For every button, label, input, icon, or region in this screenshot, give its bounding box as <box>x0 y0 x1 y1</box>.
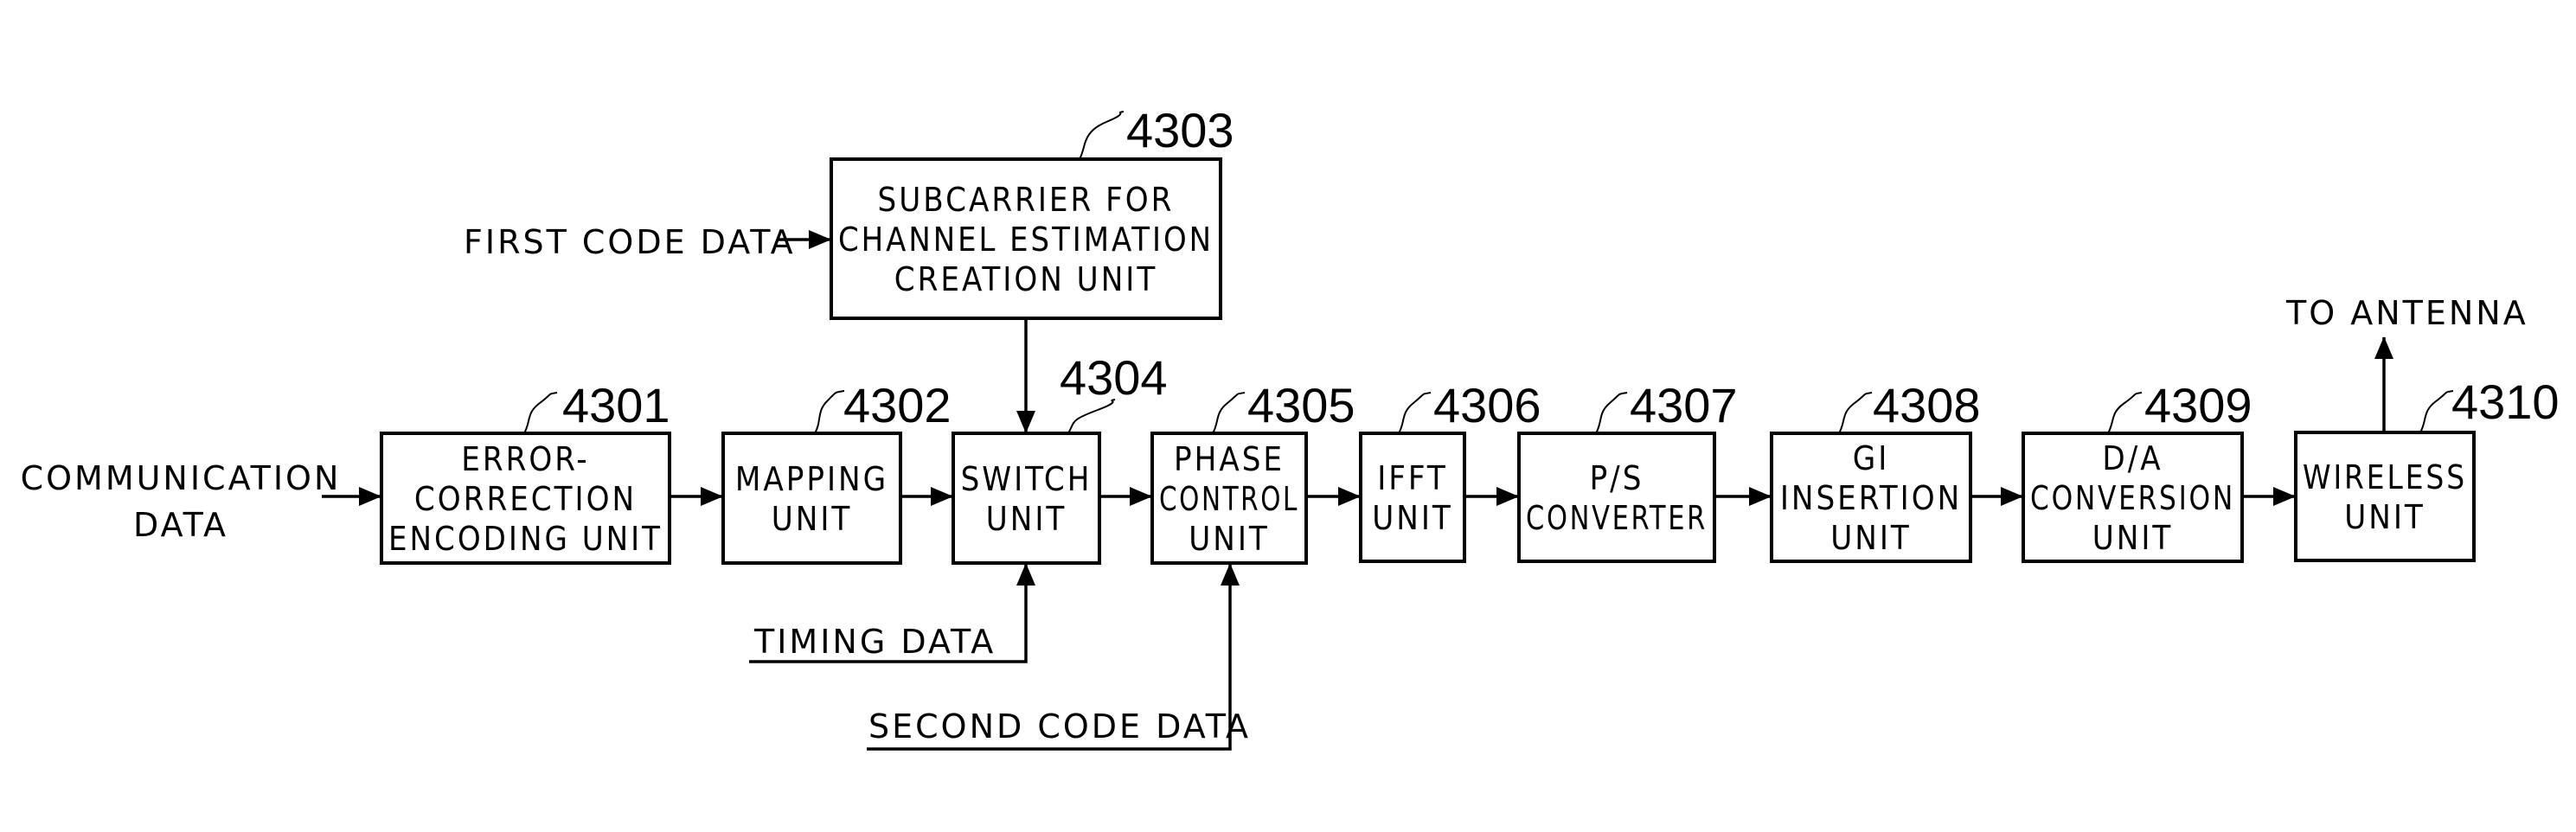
arrowhead <box>2273 487 2296 506</box>
block-label-line: UNIT <box>2344 498 2425 536</box>
block-4307: P/SCONVERTER 4307 <box>1517 378 1738 563</box>
block-label-line: PHASE <box>1174 440 1285 478</box>
block-label-line: CONTROL <box>1159 480 1299 518</box>
block-4304: SWITCHUNIT 4304 <box>952 350 1168 565</box>
reference-numeral: 4302 <box>843 378 952 432</box>
reference-numeral: 4303 <box>1126 103 1234 157</box>
reference-leader <box>1595 392 1628 434</box>
block-label-line: D/A <box>2102 439 2163 477</box>
block-4306: IFFTUNIT 4306 <box>1359 378 1541 563</box>
block-label-line: INSERTION <box>1780 479 1962 517</box>
block-4301: ERROR-CORRECTIONENCODING UNIT 4301 <box>380 378 671 565</box>
block-label-line: UNIT <box>772 500 853 538</box>
block-label-line: CHANNEL ESTIMATION <box>838 221 1214 259</box>
arrowhead <box>2374 336 2393 359</box>
block-label-line: UNIT <box>2092 519 2174 557</box>
reference-leader <box>2419 390 2454 433</box>
arrowhead <box>1221 563 1240 586</box>
block-label-line: GI <box>1853 439 1890 477</box>
first-code-data-label: FIRST CODE DATA <box>464 223 796 261</box>
reference-leader <box>1212 392 1246 434</box>
block-label-line: P/S <box>1590 459 1644 497</box>
arrowhead <box>1749 487 1772 506</box>
block-4305: PHASECONTROLUNIT 4305 <box>1150 378 1355 565</box>
block-4303: SUBCARRIER FORCHANNEL ESTIMATIONCREATION… <box>830 103 1234 320</box>
reference-numeral: 4304 <box>1060 350 1168 405</box>
block-label-line: UNIT <box>1830 519 1912 557</box>
reference-numeral: 4305 <box>1247 378 1355 432</box>
block-box <box>952 432 1101 565</box>
block-box <box>721 432 902 565</box>
block-label-line: CORRECTION <box>414 480 637 518</box>
block-label-line: SWITCH <box>961 460 1093 498</box>
block-label-line: MAPPING <box>735 460 888 498</box>
timing-data-label: TIMING DATA <box>753 623 996 661</box>
arrowhead <box>701 487 723 506</box>
block-label-line: CONVERSION <box>2030 479 2235 517</box>
block-label-line: IFFT <box>1377 459 1448 497</box>
reference-leader <box>1838 392 1873 434</box>
reference-numeral: 4309 <box>2144 378 2252 432</box>
communication-data-label-line2: DATA <box>133 506 228 544</box>
block-label-line: WIRELESS <box>2303 458 2467 496</box>
reference-leader <box>1079 111 1125 160</box>
block-label-line: UNIT <box>1372 499 1453 537</box>
arrowhead <box>809 230 831 249</box>
reference-numeral: 4310 <box>2451 374 2560 429</box>
block-box <box>2294 431 2476 562</box>
block-label-line: ENCODING UNIT <box>388 520 663 558</box>
arrowhead <box>1338 487 1361 506</box>
arrowhead <box>1130 487 1152 506</box>
block-label-line: ERROR- <box>461 440 590 478</box>
block-box <box>1517 432 1716 563</box>
block-4308: GIINSERTIONUNIT 4308 <box>1770 378 1981 563</box>
block-label-line: CREATION UNIT <box>894 260 1157 298</box>
reference-leader <box>814 390 845 434</box>
block-label-line: UNIT <box>986 500 1067 538</box>
block-label-line: UNIT <box>1189 520 1270 558</box>
reference-numeral: 4306 <box>1433 378 1541 432</box>
reference-numeral: 4307 <box>1630 378 1738 432</box>
communication-data-label-line1: COMMUNICATION <box>21 459 342 497</box>
arrowhead <box>931 487 953 506</box>
reference-leader <box>2107 392 2143 434</box>
block-box <box>1359 432 1466 563</box>
second-code-data-label: SECOND CODE DATA <box>868 707 1251 746</box>
block-4310: WIRELESSUNIT 4310 <box>2294 374 2560 562</box>
reference-leader <box>1398 392 1432 434</box>
arrowhead <box>1016 563 1035 586</box>
block-diagram: ERROR-CORRECTIONENCODING UNIT 4301 MAPPING… <box>21 103 2560 751</box>
block-label-line: SUBCARRIER FOR <box>878 181 1175 219</box>
arrowhead <box>1016 411 1035 433</box>
reference-numeral: 4308 <box>1873 378 1981 432</box>
block-4302: MAPPINGUNIT 4302 <box>721 378 952 565</box>
block-4309: D/ACONVERSIONUNIT 4309 <box>2022 378 2252 563</box>
block-label-line: CONVERTER <box>1526 499 1708 537</box>
reference-numeral: 4301 <box>562 378 670 432</box>
arrowhead <box>2001 487 2023 506</box>
to-antenna-label: TO ANTENNA <box>2285 294 2528 332</box>
arrowhead <box>359 487 381 506</box>
arrowhead <box>1496 487 1519 506</box>
reference-leader <box>523 392 558 434</box>
